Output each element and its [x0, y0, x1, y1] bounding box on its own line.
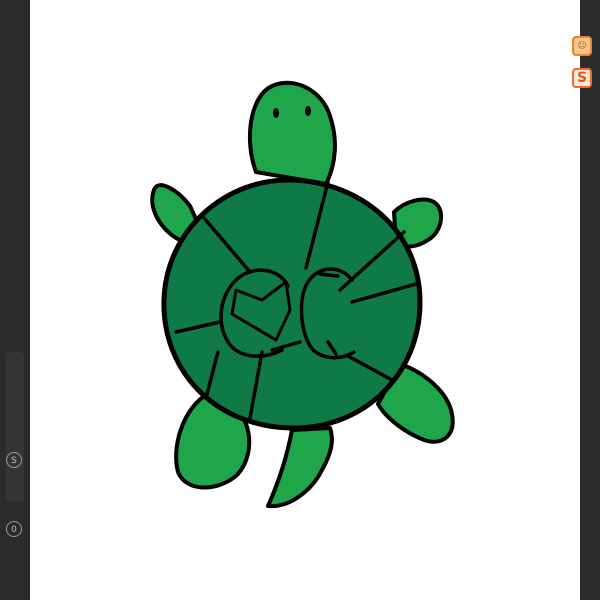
- turtle-head: [247, 80, 337, 186]
- turtle-shell: [161, 177, 423, 431]
- right-rail: [580, 0, 600, 600]
- left-toolbar: S 0: [0, 0, 30, 600]
- sogou-input-icon[interactable]: S: [572, 68, 592, 88]
- toolbar-handle[interactable]: [6, 352, 24, 502]
- app-icon[interactable]: ☺: [572, 36, 592, 56]
- turtle-drawing: CC: [150, 80, 455, 509]
- app-window: S 0 ☺ S: [0, 0, 600, 600]
- turtle-eye-right: [305, 106, 311, 116]
- s-circle-icon[interactable]: S: [6, 452, 22, 468]
- zero-circle-icon[interactable]: 0: [6, 521, 22, 537]
- drawing-canvas[interactable]: CC: [30, 0, 580, 600]
- turtle-eye-left: [273, 108, 279, 118]
- turtle-tail: [266, 426, 334, 509]
